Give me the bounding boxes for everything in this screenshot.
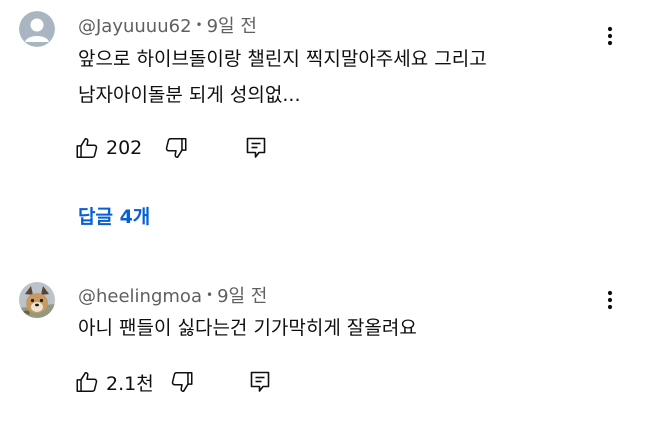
comment-reply-icon [250,371,270,392]
thumbs-down-icon [171,372,193,392]
comment-text-line: 아니 팬들이 싫다는건 기가막히게 잘올려요 [78,317,417,339]
comment-author[interactable]: @heelingmoa [78,286,202,307]
avatar[interactable] [19,282,55,318]
default-profile-icon [19,11,55,47]
comment-text: 앞으로 하이브돌이랑 챌린지 찍지말아주세요 그리고 남자아이돌분 되게 성의없… [78,41,487,113]
comment-reply-icon [246,137,266,158]
comment-time[interactable]: 9일 전 [207,16,257,37]
reply-button[interactable] [242,134,270,162]
comment: @heelingmoa • 9일 전 아니 팬들이 싫다는건 기가막히게 잘올려요 … [0,270,648,420]
reply-button[interactable] [246,368,274,396]
dog-photo-avatar [19,282,55,318]
thumbs-up-icon [76,138,98,158]
comment: @Jayuuuu62 • 9일 전 앞으로 하이브돌이랑 챌린지 찍지말아주세요 그… [0,0,648,260]
thumbs-down-icon [165,138,187,158]
like-button[interactable]: 2.1천 [74,366,154,398]
thumbs-up-icon [76,372,98,392]
meta-separator: • [205,288,214,302]
comment-meta: @heelingmoa • 9일 전 [78,284,267,308]
comment-author[interactable]: @Jayuuuu62 [78,16,192,37]
comment-actions: 202 [74,132,374,164]
like-count: 2.1천 [106,372,154,395]
more-vertical-icon [607,26,613,46]
comment-time[interactable]: 9일 전 [217,286,267,307]
more-options-button[interactable] [596,286,624,314]
comment-actions: 2.1천 [74,366,374,398]
view-replies-button[interactable]: 답글 4개 [78,203,150,231]
dislike-button[interactable] [162,134,190,162]
meta-separator: • [195,18,203,32]
comment-meta: @Jayuuuu62 • 9일 전 [78,14,257,38]
like-button[interactable]: 202 [74,132,142,164]
comment-text-line: 앞으로 하이브돌이랑 챌린지 찍지말아주세요 그리고 [78,48,487,70]
comment-text-line: 남자아이돌분 되게 성의없... [78,84,301,106]
more-options-button[interactable] [596,22,624,50]
dislike-button[interactable] [168,368,196,396]
avatar[interactable] [19,11,55,47]
like-count: 202 [106,137,143,159]
comment-text: 아니 팬들이 싫다는건 기가막히게 잘올려요 [78,310,417,346]
more-vertical-icon [607,290,613,310]
